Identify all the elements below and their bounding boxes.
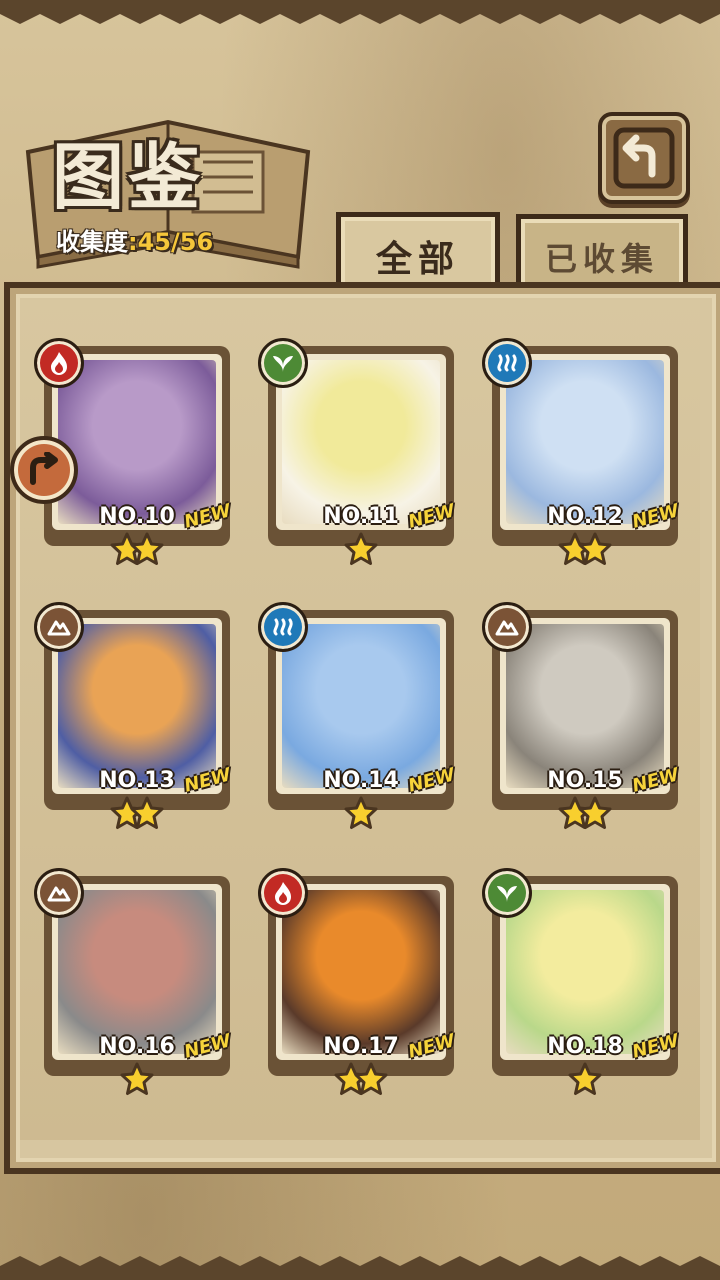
character-portrait <box>506 624 664 788</box>
character-card[interactable]: NO.14 NEW <box>258 602 457 830</box>
back-button[interactable] <box>598 112 690 204</box>
character-portrait <box>282 624 440 788</box>
star-rating <box>268 796 454 836</box>
leaf-element-icon <box>258 338 308 388</box>
star-rating <box>44 532 230 572</box>
character-portrait <box>58 624 216 788</box>
earth-element-icon <box>34 602 84 652</box>
card-inner: NO.17 <box>276 884 446 1060</box>
star-icon <box>344 532 378 566</box>
character-card[interactable]: NO.16 NEW <box>34 868 233 1096</box>
collection-progress: 收集度:45/56 <box>56 222 213 257</box>
card-inner: NO.18 <box>500 884 670 1060</box>
fire-element-icon <box>258 868 308 918</box>
star-icon <box>578 796 612 830</box>
card-inner: NO.11 <box>276 354 446 530</box>
tab-all-label: 全部 <box>375 239 460 280</box>
card-inner: NO.16 <box>52 884 222 1060</box>
arrow-icon <box>30 452 58 485</box>
water-element-icon <box>258 602 308 652</box>
card-inner: NO.12 <box>500 354 670 530</box>
collection-count: 45/56 <box>137 228 214 256</box>
character-portrait <box>58 890 216 1054</box>
star-icon <box>120 1062 154 1096</box>
character-card[interactable]: NO.15 NEW <box>482 602 681 830</box>
tab-all[interactable]: 全部 <box>336 212 500 292</box>
earth-element-icon <box>482 602 532 652</box>
star-icon <box>130 796 164 830</box>
collection-label: 收集度 <box>56 228 128 256</box>
collection-separator: : <box>128 228 138 256</box>
star-rating <box>492 1062 678 1102</box>
card-inner: NO.15 <box>500 618 670 794</box>
star-icon <box>354 1062 388 1096</box>
water-element-icon <box>482 338 532 388</box>
page-title: 图鉴 <box>52 135 205 219</box>
leaf-element-icon <box>482 868 532 918</box>
back-arrow-icon <box>613 127 675 189</box>
star-icon <box>568 1062 602 1096</box>
fire-element-icon <box>34 338 84 388</box>
character-card[interactable]: NO.17 NEW <box>258 868 457 1096</box>
star-icon <box>344 796 378 830</box>
character-portrait <box>506 360 664 524</box>
character-portrait <box>58 360 216 524</box>
star-rating <box>44 1062 230 1102</box>
card-inner: NO.10 <box>52 354 222 530</box>
character-card[interactable]: NO.11 NEW <box>258 338 457 566</box>
star-rating <box>492 532 678 572</box>
card-inner: NO.13 <box>52 618 222 794</box>
star-icon <box>130 532 164 566</box>
character-card[interactable]: NO.18 NEW <box>482 868 681 1096</box>
top-zigzag-border <box>0 0 720 24</box>
bottom-zigzag-border <box>0 1256 720 1280</box>
character-portrait <box>506 890 664 1054</box>
tab-collected-label: 已收集 <box>544 240 659 278</box>
card-inner: NO.14 <box>276 618 446 794</box>
star-icon <box>578 532 612 566</box>
earth-element-icon <box>34 868 84 918</box>
character-portrait <box>282 360 440 524</box>
side-arrow-button[interactable] <box>10 436 78 504</box>
character-portrait <box>282 890 440 1054</box>
character-card[interactable]: NO.13 NEW <box>34 602 233 830</box>
character-card[interactable]: NO.12 NEW <box>482 338 681 566</box>
star-rating <box>268 1062 454 1102</box>
star-rating <box>492 796 678 836</box>
star-rating <box>268 532 454 572</box>
star-rating <box>44 796 230 836</box>
